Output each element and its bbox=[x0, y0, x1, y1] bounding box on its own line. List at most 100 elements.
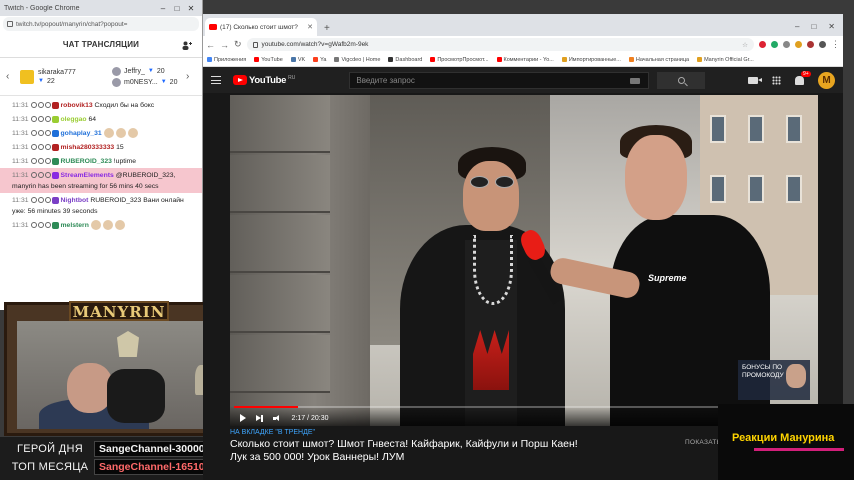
close-icon[interactable]: ✕ bbox=[828, 22, 835, 31]
extension-icon[interactable] bbox=[795, 41, 802, 48]
bookmark-item[interactable]: Приложения bbox=[207, 57, 246, 63]
delete-icon[interactable] bbox=[44, 116, 51, 123]
chat-username[interactable]: misha280333333 bbox=[61, 144, 115, 151]
next-icon[interactable] bbox=[256, 415, 263, 422]
address-bar[interactable]: youtube.com/watch?v=gWafb2m-9ek ☆ bbox=[246, 38, 754, 51]
youtube-header: YouTube RU Введите запрос 9+ M bbox=[203, 67, 843, 93]
bookmark-label: Начальная страница bbox=[635, 56, 690, 63]
youtube-logo[interactable]: YouTube RU bbox=[233, 75, 295, 86]
account-avatar[interactable]: M bbox=[818, 71, 835, 89]
shirt-logo: Supreme bbox=[648, 273, 687, 283]
extension-icon[interactable] bbox=[807, 41, 814, 48]
maximize-icon[interactable]: □ bbox=[170, 4, 184, 13]
message-time: 11:31 bbox=[12, 130, 29, 137]
bookmark-item[interactable]: ПросмотрПросмот... bbox=[430, 57, 489, 63]
bookmark-favicon-icon bbox=[561, 57, 567, 62]
delete-icon[interactable] bbox=[44, 158, 51, 165]
volume-icon[interactable] bbox=[272, 414, 282, 422]
search-button[interactable] bbox=[657, 71, 706, 89]
bookmark-item[interactable]: Импортированные... bbox=[561, 57, 621, 63]
hamburger-menu-icon[interactable] bbox=[211, 76, 221, 84]
leader-first-name[interactable]: sikaraka777 bbox=[38, 69, 76, 76]
close-tab-icon[interactable]: ✕ bbox=[307, 23, 313, 31]
timeout-icon[interactable] bbox=[30, 116, 37, 123]
youtube-logo-text: YouTube bbox=[249, 74, 287, 86]
search-input[interactable]: Введите запрос bbox=[349, 71, 650, 89]
timeout-icon[interactable] bbox=[30, 102, 37, 109]
show-more-button[interactable]: ПОКАЗАТЬ bbox=[685, 439, 721, 446]
notifications-bell-icon[interactable]: 9+ bbox=[795, 70, 811, 85]
bookmark-favicon-icon bbox=[207, 57, 212, 62]
extension-icon[interactable] bbox=[771, 41, 778, 48]
bits-leaderboard: ‹ sikaraka777 ▼ 22 Jeffry_ ▼ 20 m0NESY... ▼ 2… bbox=[0, 58, 202, 96]
chat-username[interactable]: StreamElements bbox=[61, 172, 114, 179]
chevron-left-icon[interactable]: ‹ bbox=[6, 71, 16, 82]
maximize-icon[interactable]: □ bbox=[811, 22, 816, 31]
streamer-name-plate: MANYRIN bbox=[69, 301, 169, 321]
chat-username[interactable]: oleggao bbox=[61, 116, 87, 123]
forward-icon[interactable]: → bbox=[220, 40, 229, 50]
delete-icon[interactable] bbox=[44, 102, 51, 109]
create-video-icon[interactable] bbox=[748, 76, 762, 84]
ban-icon[interactable] bbox=[37, 172, 44, 179]
bookmark-item[interactable]: Dashboard bbox=[388, 57, 422, 63]
delete-icon[interactable] bbox=[44, 222, 51, 229]
bookmark-item[interactable]: Комментарии - Yo... bbox=[496, 57, 554, 63]
timeout-icon[interactable] bbox=[30, 130, 37, 137]
ban-icon[interactable] bbox=[37, 222, 44, 229]
bookmark-item[interactable]: Manyrin Official Gr... bbox=[697, 57, 754, 63]
browser-menu-icon[interactable]: ⋮ bbox=[831, 39, 840, 50]
bits-icon: ▼ bbox=[160, 79, 167, 85]
bookmark-item[interactable]: Ya bbox=[313, 57, 326, 63]
bookmark-item[interactable]: Начальная страница bbox=[628, 56, 690, 63]
ban-icon[interactable] bbox=[37, 158, 44, 165]
promo-text: БОНУСЫ ПО ПРОМОКОДУ bbox=[742, 364, 784, 379]
keyboard-icon[interactable] bbox=[630, 77, 641, 84]
timeout-icon[interactable] bbox=[30, 197, 37, 204]
reload-icon[interactable]: ↻ bbox=[234, 39, 242, 50]
chat-url-bar[interactable]: twitch.tv/popout/manyrin/chat?popout= bbox=[3, 17, 199, 31]
hero-of-day-label: ГЕРОЙ ДНЯ bbox=[17, 443, 83, 455]
delete-icon[interactable] bbox=[44, 172, 51, 179]
chat-username[interactable]: melstern bbox=[61, 222, 89, 229]
ban-icon[interactable] bbox=[37, 102, 44, 109]
ban-icon[interactable] bbox=[37, 197, 44, 204]
top-month-row: ТОП МЕСЯЦА SangeChannel-165100p bbox=[0, 459, 228, 475]
video-player[interactable]: Supreme БОНУСЫ ПО ПРОМОКОДУ 2:17 / 20:30 bbox=[230, 95, 818, 426]
star-icon[interactable]: ☆ bbox=[742, 41, 748, 49]
minimize-icon[interactable]: – bbox=[156, 4, 170, 13]
ban-icon[interactable] bbox=[37, 116, 44, 123]
ban-icon[interactable] bbox=[37, 144, 44, 151]
back-icon[interactable]: ← bbox=[206, 40, 215, 50]
play-icon[interactable] bbox=[240, 414, 246, 422]
promo-end-card[interactable]: БОНУСЫ ПО ПРОМОКОДУ bbox=[738, 360, 810, 400]
ban-icon[interactable] bbox=[37, 130, 44, 137]
extension-icon[interactable] bbox=[783, 41, 790, 48]
delete-icon[interactable] bbox=[44, 144, 51, 151]
delete-icon[interactable] bbox=[44, 130, 51, 137]
new-tab-icon[interactable]: + bbox=[317, 23, 337, 36]
users-icon[interactable] bbox=[182, 41, 192, 50]
delete-icon[interactable] bbox=[44, 197, 51, 204]
chat-username[interactable]: Nightbot bbox=[61, 197, 89, 204]
bookmark-item[interactable]: Vigcdeo | Home bbox=[334, 57, 380, 63]
youtube-favicon-icon bbox=[209, 24, 217, 30]
minimize-icon[interactable]: – bbox=[795, 22, 799, 31]
bookmark-item[interactable]: YouTube bbox=[254, 57, 283, 63]
apps-grid-icon[interactable] bbox=[772, 75, 781, 85]
extension-icon[interactable] bbox=[759, 41, 766, 48]
chat-username[interactable]: robovik13 bbox=[61, 102, 93, 109]
timeout-icon[interactable] bbox=[30, 158, 37, 165]
tab-youtube[interactable]: (17) Сколько стоит шмот? ✕ bbox=[205, 18, 317, 36]
leader-second-name[interactable]: Jeffry_ bbox=[124, 68, 145, 75]
timeout-icon[interactable] bbox=[30, 172, 37, 179]
bookmark-item[interactable]: VK bbox=[290, 57, 305, 63]
chat-username[interactable]: RUBEROID_323 bbox=[61, 158, 112, 165]
leader-third-name[interactable]: m0NESY... bbox=[124, 79, 158, 86]
chevron-right-icon[interactable]: › bbox=[186, 71, 196, 82]
profile-icon[interactable] bbox=[819, 41, 826, 48]
close-icon[interactable]: ✕ bbox=[184, 4, 198, 13]
timeout-icon[interactable] bbox=[30, 144, 37, 151]
timeout-icon[interactable] bbox=[30, 222, 37, 229]
chat-username[interactable]: gohaplay_31 bbox=[61, 130, 102, 137]
